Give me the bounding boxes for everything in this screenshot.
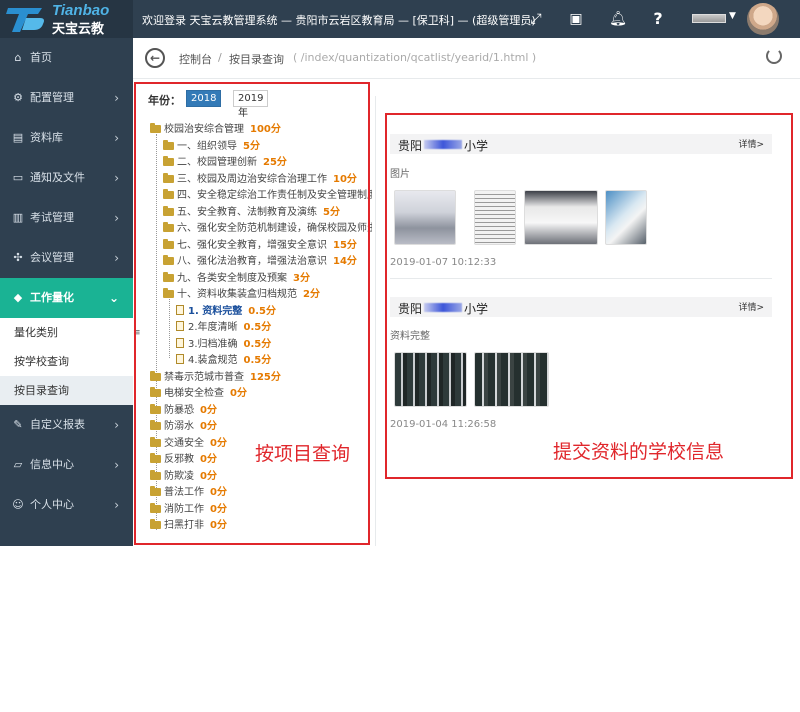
subitem-by-catalog[interactable]: 按目录查询 xyxy=(0,376,133,405)
sidebar-item-personal[interactable]: ☺ 个人中心 › xyxy=(0,485,133,525)
cube-icon: ◆ xyxy=(13,291,23,304)
book-icon: ▥ xyxy=(12,211,24,224)
home-icon: ⌂ xyxy=(14,51,22,64)
breadcrumb-separator: / xyxy=(218,51,222,64)
sidebar-item-home[interactable]: ⌂ 首页 xyxy=(0,38,133,78)
bell-icon[interactable]: 🔔︎ xyxy=(608,9,628,29)
sidebar-item-label: 配置管理 xyxy=(30,91,74,104)
chevron-right-icon: › xyxy=(114,171,119,185)
chevron-down-icon: ⌄ xyxy=(108,291,119,305)
breadcrumb: ← 控制台 / 按目录查询 ( /index/quantization/qcat… xyxy=(133,38,800,78)
qrcode-icon[interactable]: ▣ xyxy=(566,9,586,29)
edit-icon: ✎ xyxy=(13,418,23,431)
sidebar-item-config[interactable]: ⚙ 配置管理 › xyxy=(0,78,133,118)
annotation-box-left xyxy=(134,82,370,545)
sidebar-item-library[interactable]: ▤ 资料库 › xyxy=(0,118,133,158)
sidebar-item-label: 自定义报表 xyxy=(30,418,85,431)
divider xyxy=(133,78,800,79)
folder-icon: ▭ xyxy=(12,171,24,184)
breadcrumb-current: 按目录查询 xyxy=(229,53,284,66)
chevron-right-icon: › xyxy=(114,498,119,512)
sidebar-item-label: 会议管理 xyxy=(30,251,74,264)
annotation-text-left: 按项目查询 xyxy=(255,443,351,465)
welcome-text: 欢迎登录 天宝云教管理系统 — 贵阳市云岩区教育局 — [保卫科] — (超级管… xyxy=(142,14,536,27)
help-icon[interactable]: ? xyxy=(648,9,668,29)
tianbao-logo-icon xyxy=(6,8,44,32)
sidebar-item-quantization[interactable]: ◆ 工作量化 ⌄ xyxy=(0,278,133,318)
chevron-right-icon: › xyxy=(114,211,119,225)
subitem-by-school[interactable]: 按学校查询 xyxy=(0,347,133,376)
sidebar-item-notices[interactable]: ▭ 通知及文件 › xyxy=(0,158,133,198)
divider xyxy=(375,96,376,546)
subitem-category[interactable]: 量化类别 xyxy=(0,318,133,347)
chevron-right-icon: › xyxy=(114,251,119,265)
sidebar: ⌂ 首页 ⚙ 配置管理 › ▤ 资料库 › ▭ 通知及文件 › ▥ 考试管理 ›… xyxy=(0,38,133,546)
sidebar-item-reports[interactable]: ✎ 自定义报表 › xyxy=(0,405,133,445)
avatar[interactable] xyxy=(747,3,779,35)
sidebar-item-exams[interactable]: ▥ 考试管理 › xyxy=(0,198,133,238)
chevron-down-icon[interactable]: ▼ xyxy=(729,11,736,21)
chevron-right-icon: › xyxy=(114,91,119,105)
sidebar-item-label: 首页 xyxy=(30,51,52,64)
user-icon: ☺ xyxy=(12,498,24,511)
sidebar-item-label: 工作量化 xyxy=(30,291,74,304)
logo-chinese: 天宝云教 xyxy=(52,22,105,37)
sidebar-submenu: 量化类别 按学校查询 按目录查询 xyxy=(0,318,133,405)
refresh-icon[interactable] xyxy=(766,48,782,64)
gear-icon: ⚙ xyxy=(13,91,23,104)
group-icon: ✣ xyxy=(13,251,23,264)
sidebar-item-label: 资料库 xyxy=(30,131,63,144)
folder-open-icon: ▱ xyxy=(13,458,23,471)
document-icon: ▤ xyxy=(12,131,24,144)
chevron-right-icon: › xyxy=(114,458,119,472)
sidebar-item-label: 个人中心 xyxy=(30,498,74,511)
sidebar-item-label: 信息中心 xyxy=(30,458,74,471)
annotation-box-right xyxy=(385,113,793,479)
chevron-right-icon: › xyxy=(114,131,119,145)
back-arrow-icon[interactable]: ← xyxy=(145,48,165,68)
logo[interactable]: Tianbao 天宝云教 xyxy=(0,0,133,38)
sidebar-item-label: 通知及文件 xyxy=(30,171,85,184)
annotation-text-right: 提交资料的学校信息 xyxy=(553,441,725,463)
expand-icon[interactable]: ⤢ xyxy=(526,9,546,29)
sidebar-item-meetings[interactable]: ✣ 会议管理 › xyxy=(0,238,133,278)
top-header: Tianbao 天宝云教 欢迎登录 天宝云教管理系统 — 贵阳市云岩区教育局 —… xyxy=(0,0,800,38)
chevron-right-icon: › xyxy=(114,418,119,432)
logo-english: Tianbao xyxy=(52,2,110,19)
sidebar-item-label: 考试管理 xyxy=(30,211,74,224)
breadcrumb-home[interactable]: 控制台 xyxy=(179,51,212,67)
sidebar-item-info[interactable]: ▱ 信息中心 › xyxy=(0,445,133,485)
breadcrumb-path: ( /index/quantization/qcatlist/yearid/1.… xyxy=(293,51,537,64)
language-flag-icon[interactable] xyxy=(692,14,726,23)
